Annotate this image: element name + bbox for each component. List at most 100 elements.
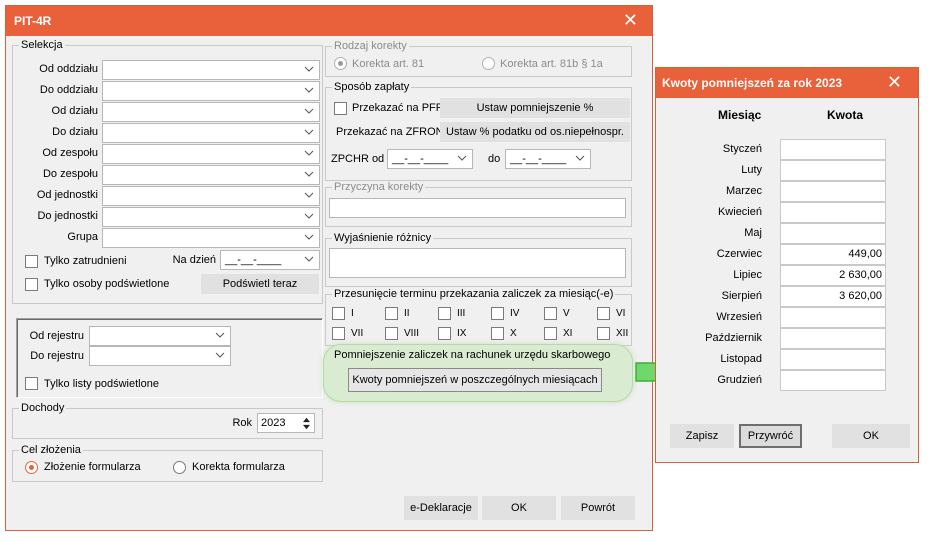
chevron-down-icon (215, 352, 225, 358)
month-name: Październik (705, 332, 762, 344)
close-icon[interactable]: ✕ (887, 72, 902, 92)
month-checkbox[interactable] (597, 307, 610, 320)
do-rejestru-select[interactable] (89, 346, 231, 366)
pomniejszenie-legend: Pomniejszenie zaliczek na rachunek urzęd… (334, 349, 611, 361)
amount-cell[interactable]: 3 620,00 (780, 286, 886, 307)
amount-cell[interactable] (780, 139, 886, 160)
zpchr-do-label: do (488, 153, 501, 165)
amount-cell[interactable] (780, 202, 886, 223)
od-rejestru-label: Od rejestru (29, 330, 84, 342)
month-checkbox[interactable] (491, 327, 504, 340)
przywroc-button[interactable]: Przywróć (739, 424, 802, 448)
amount-cell[interactable] (780, 223, 886, 244)
zlozenie-radio[interactable] (25, 461, 38, 474)
selekcja-label: Od oddziału (39, 63, 98, 75)
korekta-81b-label: Korekta art. 81b § 1a (500, 58, 603, 70)
powrot-button[interactable]: Powrót (561, 496, 635, 520)
amount-cell[interactable] (780, 370, 886, 391)
ustaw-pomniejszenie-button[interactable]: Ustaw pomniejszenie % (440, 98, 630, 118)
na-dzien-label: Na dzień (172, 254, 216, 266)
e-deklaracje-button[interactable]: e-Deklaracje (404, 496, 478, 520)
korekta-81-label: Korekta art. 81 (352, 58, 425, 70)
podswietl-teraz-button[interactable]: Podświetl teraz (201, 274, 319, 294)
month-label: IV (510, 308, 520, 319)
selekcja-select[interactable] (102, 102, 320, 122)
chevron-down-icon (304, 192, 314, 198)
selekcja-select[interactable] (102, 228, 320, 248)
kwoty-dialog: Kwoty pomniejszeń za rok 2023 ✕ Miesiąc … (655, 67, 919, 463)
korekta-81-radio[interactable] (334, 57, 347, 70)
month-checkbox[interactable] (438, 327, 451, 340)
chevron-down-icon (304, 171, 314, 177)
selekcja-select[interactable] (102, 144, 320, 164)
cel-legend: Cel złożenia (21, 444, 81, 456)
month-checkbox[interactable] (332, 327, 345, 340)
chevron-down-icon (304, 234, 314, 240)
selekcja-select[interactable] (102, 186, 320, 206)
tylko-zatrudnieni-checkbox[interactable] (25, 255, 38, 268)
month-checkbox[interactable] (438, 307, 451, 320)
selekcja-select[interactable] (102, 60, 320, 80)
month-name: Lipiec (733, 269, 762, 281)
kwoty-ok-button[interactable]: OK (832, 424, 910, 448)
zpchr-from-date[interactable]: __-__-____ (387, 149, 473, 169)
przyczyna-legend: Przyczyna korekty (334, 181, 424, 193)
month-name: Grudzień (717, 374, 762, 386)
chevron-down-icon (304, 256, 314, 262)
kwoty-pomniejszen-button[interactable]: Kwoty pomniejszeń w poszczególnych miesi… (348, 368, 602, 392)
month-name: Listopad (720, 353, 762, 365)
month-name: Maj (744, 227, 762, 239)
spin-up-icon[interactable] (302, 416, 311, 423)
close-icon[interactable]: ✕ (623, 10, 638, 30)
tylko-podswietlone-checkbox[interactable] (25, 278, 38, 291)
zpchr-label: ZPCHR od (331, 153, 385, 165)
selekcja-select[interactable] (102, 81, 320, 101)
month-label: X (510, 328, 517, 339)
tylko-zatrudnieni-label: Tylko zatrudnieni (44, 255, 127, 267)
dialog-title: PIT-4R (14, 14, 52, 28)
ok-button[interactable]: OK (482, 496, 556, 520)
amount-cell[interactable] (780, 328, 886, 349)
wyjasnienie-legend: Wyjaśnienie różnicy (334, 232, 432, 244)
tylko-podswietlone-label: Tylko osoby podświetlone (44, 278, 170, 290)
korekta-81b-radio[interactable] (482, 57, 495, 70)
spin-down-icon[interactable] (302, 424, 311, 431)
zfron-label: Przekazać na ZFRON (336, 126, 444, 138)
month-checkbox[interactable] (491, 307, 504, 320)
month-name: Marzec (725, 185, 762, 197)
selekcja-select[interactable] (102, 123, 320, 143)
dochody-legend: Dochody (21, 402, 65, 414)
month-checkbox[interactable] (385, 307, 398, 320)
korekta-radio[interactable] (173, 461, 186, 474)
selekcja-select[interactable] (102, 207, 320, 227)
ustaw-procent-button[interactable]: Ustaw % podatku od os.niepełnospr. (440, 122, 630, 142)
zapisz-button[interactable]: Zapisz (670, 424, 734, 448)
month-checkbox[interactable] (544, 327, 557, 340)
wyjasnienie-input[interactable] (329, 248, 626, 278)
month-checkbox[interactable] (544, 307, 557, 320)
chevron-down-icon (304, 213, 314, 219)
amount-cell[interactable] (780, 160, 886, 181)
od-rejestru-select[interactable] (89, 326, 231, 346)
month-label: V (563, 308, 570, 319)
month-checkbox[interactable] (332, 307, 345, 320)
rok-spinner[interactable]: 2023 (257, 413, 315, 433)
month-label: II (404, 308, 410, 319)
do-rejestru-label: Do rejestru (30, 350, 84, 362)
amount-cell[interactable] (780, 307, 886, 328)
selekcja-label: Do zespołu (42, 168, 98, 180)
zpchr-to-date[interactable]: __-__-____ (505, 149, 591, 169)
month-checkbox[interactable] (597, 327, 610, 340)
zlozenie-label: Złożenie formularza (44, 461, 141, 473)
selekcja-select[interactable] (102, 165, 320, 185)
przyczyna-input[interactable] (329, 198, 626, 218)
pfron-checkbox[interactable] (334, 102, 347, 115)
amount-cell[interactable]: 449,00 (780, 244, 886, 265)
na-dzien-date[interactable]: __-__-____ (220, 250, 320, 270)
amount-cell[interactable]: 2 630,00 (780, 265, 886, 286)
amount-cell[interactable] (780, 349, 886, 370)
tylko-listy-checkbox[interactable] (25, 377, 38, 390)
przesuniecie-legend: Przesunięcie terminu przekazania zalicze… (334, 288, 614, 300)
month-checkbox[interactable] (385, 327, 398, 340)
amount-cell[interactable] (780, 181, 886, 202)
